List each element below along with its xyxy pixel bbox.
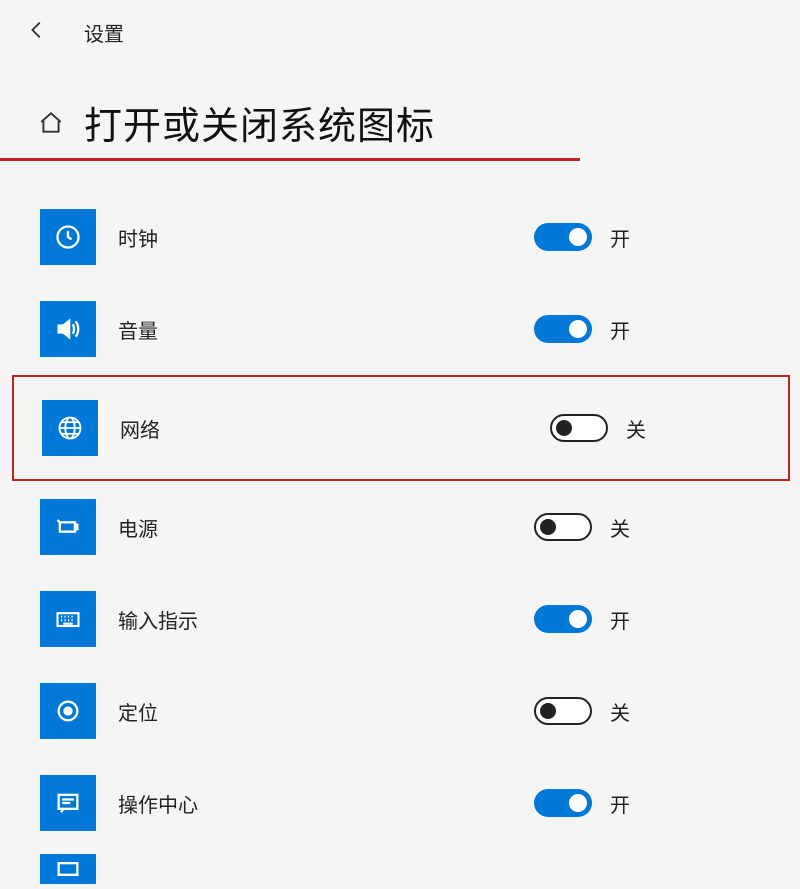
setting-row-input: 输入指示 开 <box>40 573 800 665</box>
page-title-row: 打开或关闭系统图标 <box>0 65 580 161</box>
toggle-state: 关 <box>610 513 630 542</box>
setting-row-volume: 音量 开 <box>40 283 800 375</box>
setting-label: 电源 <box>118 513 158 542</box>
header-title: 设置 <box>84 18 124 47</box>
settings-list: 时钟 开 音量 开 网络 关 电源 <box>0 191 800 889</box>
setting-row-location: 定位 关 <box>40 665 800 757</box>
home-icon[interactable] <box>38 110 64 136</box>
toggle-volume[interactable] <box>534 315 592 343</box>
toggle-location[interactable] <box>534 697 592 725</box>
setting-label: 网络 <box>120 414 160 443</box>
toggle-power[interactable] <box>534 513 592 541</box>
header: 设置 <box>0 0 800 65</box>
network-icon <box>42 400 98 456</box>
toggle-state: 关 <box>626 414 646 443</box>
setting-label: 时钟 <box>118 223 158 252</box>
setting-label: 输入指示 <box>118 605 198 634</box>
setting-row-power: 电源 关 <box>40 481 800 573</box>
action-center-icon <box>40 775 96 831</box>
setting-row-clock: 时钟 开 <box>40 191 800 283</box>
toggle-clock[interactable] <box>534 223 592 251</box>
setting-label: 定位 <box>118 697 158 726</box>
setting-row-actioncenter: 操作中心 开 <box>40 757 800 849</box>
page-title: 打开或关闭系统图标 <box>84 95 435 150</box>
toggle-input[interactable] <box>534 605 592 633</box>
toggle-network[interactable] <box>550 414 608 442</box>
partial-icon <box>40 854 96 884</box>
setting-row-partial <box>40 849 800 889</box>
clock-icon <box>40 209 96 265</box>
back-button[interactable] <box>26 19 48 47</box>
setting-row-network: 网络 关 <box>12 375 790 481</box>
toggle-state: 开 <box>610 789 630 818</box>
setting-label: 操作中心 <box>118 789 198 818</box>
volume-icon <box>40 301 96 357</box>
keyboard-icon <box>40 591 96 647</box>
toggle-actioncenter[interactable] <box>534 789 592 817</box>
toggle-state: 关 <box>610 697 630 726</box>
power-icon <box>40 499 96 555</box>
toggle-state: 开 <box>610 223 630 252</box>
location-icon <box>40 683 96 739</box>
toggle-state: 开 <box>610 315 630 344</box>
toggle-state: 开 <box>610 605 630 634</box>
setting-label: 音量 <box>118 315 158 344</box>
